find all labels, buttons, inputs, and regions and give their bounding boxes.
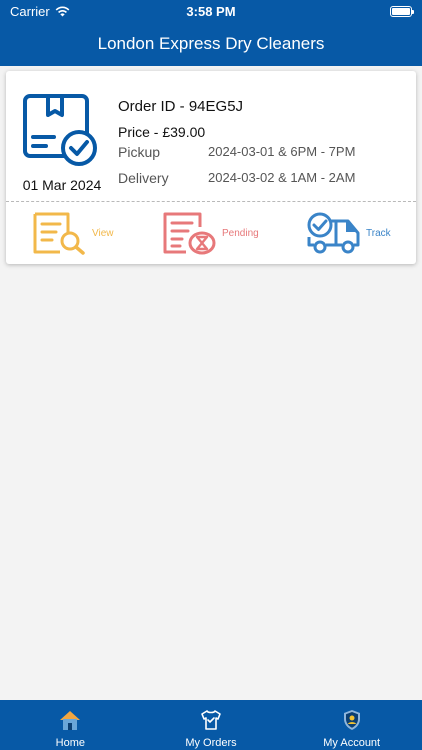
package-check-icon — [23, 94, 97, 166]
order-price: Price - £39.00 — [118, 124, 206, 140]
order-date: 01 Mar 2024 — [22, 177, 102, 193]
nav-my-orders-label: My Orders — [185, 737, 237, 749]
bottom-nav: Home My Orders My Account — [0, 700, 422, 750]
orders-shirt-icon — [201, 710, 221, 730]
page-title: London Express Dry Cleaners — [97, 34, 325, 53]
track-order-button[interactable]: Track — [306, 211, 391, 255]
status-bar: Carrier 3:58 PM — [0, 0, 422, 22]
view-label: View — [92, 227, 114, 239]
app-header: London Express Dry Cleaners — [0, 22, 422, 66]
delivery-truck-icon — [307, 212, 360, 254]
battery-icon — [390, 5, 414, 17]
order-actions: View Pending Track — [6, 203, 416, 264]
nav-my-orders[interactable]: My Orders — [141, 700, 282, 750]
pickup-label: Pickup — [118, 144, 161, 160]
pending-status-button[interactable]: Pending — [162, 211, 259, 255]
pickup-value: 2024-03-01 & 6PM - 7PM — [208, 144, 356, 159]
order-id: Order ID - 94EG5J — [118, 98, 244, 115]
card-divider — [6, 201, 416, 202]
nav-my-account[interactable]: My Account — [281, 700, 422, 750]
view-document-icon — [33, 212, 85, 255]
nav-my-account-label: My Account — [323, 737, 381, 749]
order-card[interactable]: 01 Mar 2024 Order ID - 94EG5J Price - £3… — [6, 71, 416, 264]
delivery-value: 2024-03-02 & 1AM - 2AM — [208, 170, 356, 185]
view-order-button[interactable]: View — [32, 211, 114, 255]
pending-label: Pending — [222, 227, 259, 239]
pending-hourglass-icon — [163, 212, 216, 255]
status-time: 3:58 PM — [186, 3, 236, 19]
nav-home-label: Home — [55, 737, 85, 749]
delivery-label: Delivery — [118, 170, 169, 186]
track-label: Track — [366, 227, 391, 239]
order-summary: 01 Mar 2024 Order ID - 94EG5J Price - £3… — [6, 71, 416, 202]
nav-home[interactable]: Home — [0, 700, 141, 750]
account-shield-icon — [343, 710, 360, 730]
home-icon — [60, 711, 81, 730]
